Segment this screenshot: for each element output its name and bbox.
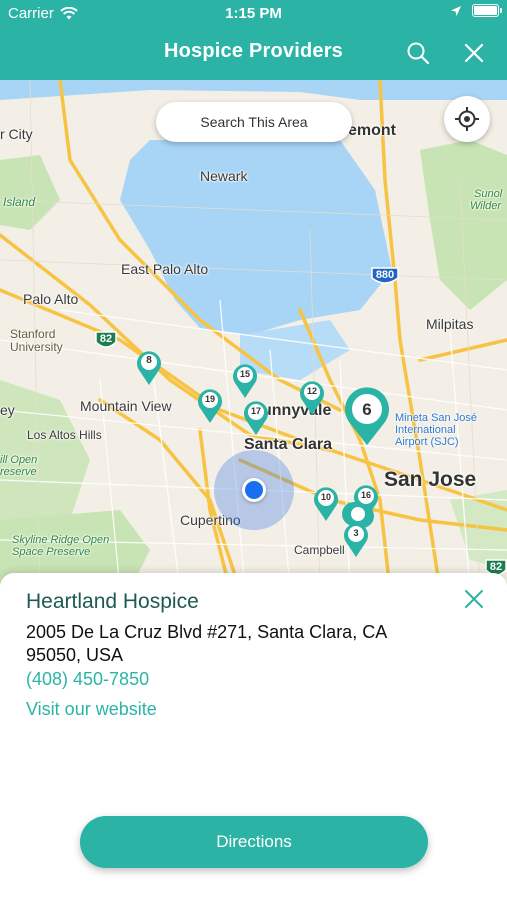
provider-pin[interactable]: 15 <box>231 361 259 399</box>
user-location-dot <box>242 478 266 502</box>
close-icon <box>465 590 483 608</box>
map-view[interactable]: r City Newark emont Island Sunol Wilder … <box>0 80 507 590</box>
map-label-redwood-city: r City <box>0 126 33 142</box>
map-label-open-preserve: ill Open reserve <box>0 454 38 478</box>
map-label-milpitas: Milpitas <box>426 316 474 332</box>
map-label-los-altos-hills: Los Altos Hills <box>27 428 102 442</box>
map-label-stanford: Stanford University <box>10 327 63 354</box>
provider-detail-sheet: Heartland Hospice 2005 De La Cruz Blvd #… <box>0 573 507 900</box>
provider-address: 2005 De La Cruz Blvd #271, Santa Clara, … <box>26 622 387 665</box>
status-bar: Carrier 1:15 PM <box>0 0 507 28</box>
map-label-palo-alto: Palo Alto <box>23 291 79 307</box>
provider-pin[interactable]: 12 <box>298 378 326 416</box>
map-label-airport: Mineta San José International Airport (S… <box>395 412 477 448</box>
directions-button[interactable]: Directions <box>80 816 428 868</box>
provider-pin[interactable]: 3 <box>342 520 370 558</box>
highway-shield-82: 82 <box>94 330 118 352</box>
close-button[interactable] <box>459 38 489 68</box>
search-icon <box>407 42 430 65</box>
highway-shield-880: 880 <box>370 266 399 288</box>
provider-pin[interactable]: 19 <box>196 386 224 424</box>
map-label-mountain-view: Mountain View <box>80 398 172 414</box>
search-this-area-button[interactable]: Search This Area <box>156 102 352 142</box>
map-label-wilderness: Wilder <box>470 200 502 212</box>
provider-phone-link[interactable]: (408) 450-7850 <box>26 669 149 690</box>
map-label-fremont: emont <box>348 122 396 139</box>
location-arrow-icon <box>451 5 461 16</box>
sheet-close-button[interactable] <box>462 587 486 611</box>
locate-me-button[interactable] <box>444 96 490 142</box>
map-label-sunol: Sunol <box>474 188 503 200</box>
provider-name: Heartland Hospice <box>26 590 199 613</box>
battery-icon <box>472 4 502 17</box>
map-label-east-palo-alto: East Palo Alto <box>121 261 209 277</box>
map-label-campbell: Campbell <box>294 543 345 557</box>
search-button[interactable] <box>403 38 433 68</box>
map-label-skyline: Skyline Ridge Open Space Preserve <box>12 534 110 558</box>
status-time: 1:15 PM <box>225 5 282 22</box>
map-label-san-jose: San Jose <box>384 468 477 491</box>
close-icon <box>464 43 484 63</box>
provider-website-link[interactable]: Visit our website <box>26 699 157 720</box>
crosshair-icon <box>455 107 479 131</box>
nav-bar: Carrier 1:15 PM Hospice Providers <box>0 0 507 80</box>
map-label-ey: ey <box>0 402 15 418</box>
provider-pin[interactable]: 10 <box>312 484 340 522</box>
provider-pin-selected[interactable]: 6 <box>342 384 392 446</box>
map-label-newark: Newark <box>200 168 248 184</box>
provider-pin[interactable]: 8 <box>135 348 163 386</box>
map-label-island: Island <box>3 195 36 209</box>
provider-pin[interactable]: 17 <box>242 398 270 436</box>
